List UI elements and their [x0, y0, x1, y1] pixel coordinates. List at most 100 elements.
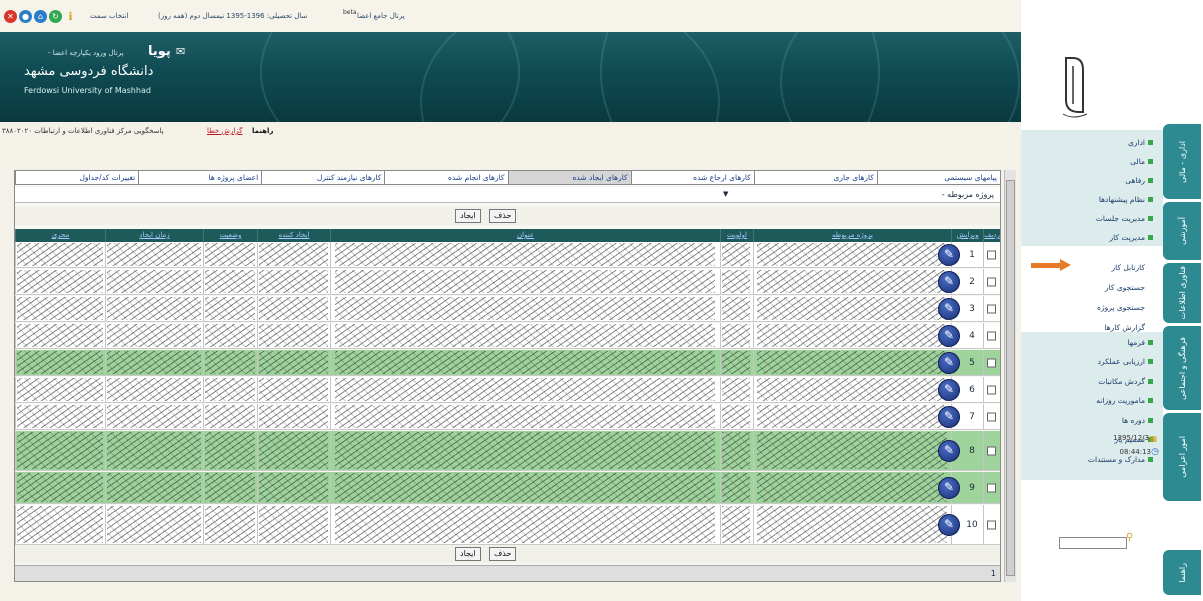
col-status[interactable]: وضعیت: [203, 229, 257, 242]
row-checkbox[interactable]: [987, 520, 996, 529]
menu-suggestions[interactable]: نظام پیشنهادها: [1099, 192, 1153, 206]
edit-icon[interactable]: [938, 351, 960, 374]
edit-icon[interactable]: [938, 439, 960, 462]
menu-courses[interactable]: دوره ها: [1122, 413, 1153, 427]
row-checkbox[interactable]: [987, 412, 996, 421]
row-checkbox[interactable]: [987, 331, 996, 340]
table-row[interactable]: 5: [15, 350, 1000, 376]
row-checkbox[interactable]: [987, 304, 996, 313]
tab-project-members[interactable]: اعضای پروژه ها: [138, 171, 261, 184]
page-number[interactable]: 1: [991, 569, 996, 578]
row-checkbox[interactable]: [987, 446, 996, 455]
redacted-content: [107, 473, 201, 502]
refresh-icon[interactable]: ↻: [49, 10, 62, 23]
delete-button-bottom[interactable]: حذف: [489, 547, 517, 561]
vtab-label: فناوری اطلاعات: [1177, 266, 1187, 320]
report-bug-link[interactable]: گزارش خطا: [207, 127, 243, 135]
edit-icon[interactable]: [938, 405, 960, 428]
tab-created-tasks[interactable]: کارهای ایجاد شده: [507, 171, 631, 184]
guide-link[interactable]: راهنما: [252, 127, 273, 135]
home-icon[interactable]: ⌂: [34, 10, 47, 23]
close-icon[interactable]: ✕: [4, 10, 17, 23]
table-row[interactable]: 9: [15, 472, 1000, 504]
search-icon[interactable]: ⚲: [1126, 532, 1133, 543]
edit-icon[interactable]: [938, 476, 960, 499]
edit-icon[interactable]: [938, 324, 960, 347]
col-title[interactable]: عنوان: [330, 229, 720, 242]
create-button-bottom[interactable]: ایجاد: [455, 547, 481, 561]
user-icon[interactable]: ●: [19, 10, 32, 23]
menu-meetings[interactable]: مدیریت جلسات: [1096, 211, 1153, 225]
tab-referred-tasks[interactable]: کارهای ارجاع شده: [630, 171, 754, 184]
redacted-content: [757, 506, 947, 543]
menu-finance[interactable]: مالی: [1130, 154, 1153, 168]
search-input[interactable]: [1059, 537, 1127, 549]
row-checkbox[interactable]: [987, 250, 996, 259]
vertical-scrollbar[interactable]: [1004, 170, 1016, 582]
edit-icon[interactable]: [938, 270, 960, 293]
table-row[interactable]: 4: [15, 323, 1000, 349]
help-icon[interactable]: ℹ: [64, 10, 77, 23]
row-checkbox[interactable]: [987, 385, 996, 394]
tab-system-messages[interactable]: پیامهای سیستمی: [876, 171, 1000, 184]
tab-done-tasks[interactable]: کارهای انجام شده: [384, 171, 507, 184]
menu-admin[interactable]: اداری: [1128, 135, 1153, 149]
tab-code-changes[interactable]: تغییرات کد/جداول: [15, 171, 138, 184]
row-checkbox[interactable]: [987, 277, 996, 286]
col-executor[interactable]: مجری: [15, 229, 105, 242]
submenu-work-cartable[interactable]: کارتابل کار: [1112, 263, 1145, 272]
redacted-content: [757, 270, 947, 293]
project-select-value: پروژه مربوطه -: [941, 190, 994, 199]
banner-nav-links[interactable]: - پرتال ورود یکپارچه اعضا: [48, 49, 124, 57]
submenu-search-work[interactable]: جستجوی کار: [1105, 283, 1145, 292]
table-row[interactable]: 3: [15, 296, 1000, 322]
vtab-admin-finance[interactable]: اداری - مالی: [1163, 124, 1201, 199]
edit-icon[interactable]: [938, 243, 960, 266]
edit-icon[interactable]: [938, 513, 960, 536]
vtab-it[interactable]: فناوری اطلاعات: [1163, 263, 1201, 323]
table-row[interactable]: 7: [15, 404, 1000, 430]
table-row[interactable]: 2: [15, 269, 1000, 295]
menu-work-management[interactable]: مدیریت کار: [1110, 230, 1153, 244]
col-creator[interactable]: ایجاد کننده: [257, 229, 330, 242]
menu-correspondence[interactable]: گردش مکاتبات: [1098, 374, 1153, 388]
edit-icon[interactable]: [938, 378, 960, 401]
table-row[interactable]: 8: [15, 431, 1000, 471]
scrollbar-thumb[interactable]: [1006, 180, 1015, 576]
tab-current-tasks[interactable]: کارهای جاری: [753, 171, 877, 184]
col-priority[interactable]: اولویت: [720, 229, 753, 242]
delete-button[interactable]: حذف: [489, 209, 517, 223]
submenu-work-reports[interactable]: گزارش کارها: [1104, 323, 1145, 332]
redacted-content: [259, 432, 328, 469]
vtab-education[interactable]: آموزشی: [1163, 202, 1201, 260]
vtab-dispatch[interactable]: امور اعزامی: [1163, 413, 1201, 501]
table-row[interactable]: 10: [15, 505, 1000, 545]
row-checkbox[interactable]: [987, 483, 996, 492]
menu-daily-mission[interactable]: ماموریت روزانه: [1096, 394, 1153, 408]
chevron-down-icon[interactable]: ▼: [723, 190, 728, 198]
menu-performance[interactable]: ارزیابی عملکرد: [1098, 355, 1153, 369]
vtab-help[interactable]: راهنما: [1163, 550, 1201, 595]
table-row[interactable]: 6: [15, 377, 1000, 403]
vtab-label: راهنما: [1177, 562, 1187, 583]
edit-icon[interactable]: [938, 297, 960, 320]
bullet-icon: [1148, 456, 1153, 462]
menu-welfare[interactable]: رفاهی: [1125, 173, 1153, 187]
col-project[interactable]: پروژه مربوطه: [753, 229, 951, 242]
table-row[interactable]: 1: [15, 242, 1000, 268]
redacted-content: [722, 243, 750, 266]
tab-needs-control[interactable]: کارهای نیازمند کنترل: [261, 171, 384, 184]
redacted-content: [205, 324, 255, 347]
calendar-icon[interactable]: ▦: [1149, 434, 1157, 443]
vtab-culture[interactable]: فرهنگی و اجتماعی: [1163, 326, 1201, 410]
redacted-content: [205, 378, 255, 401]
col-created-time[interactable]: زمان ایجاد: [105, 229, 203, 242]
select-semester-link[interactable]: انتخاب سمت: [90, 12, 128, 20]
create-button[interactable]: ایجاد: [455, 209, 481, 223]
row-checkbox[interactable]: [987, 358, 996, 367]
redacted-content: [757, 351, 947, 374]
submenu-search-project[interactable]: جستجوی پروژه: [1097, 303, 1145, 312]
redacted-content: [722, 351, 750, 374]
project-select[interactable]: پروژه مربوطه - ▼: [15, 187, 1000, 203]
menu-forms[interactable]: فرمها: [1128, 335, 1153, 349]
